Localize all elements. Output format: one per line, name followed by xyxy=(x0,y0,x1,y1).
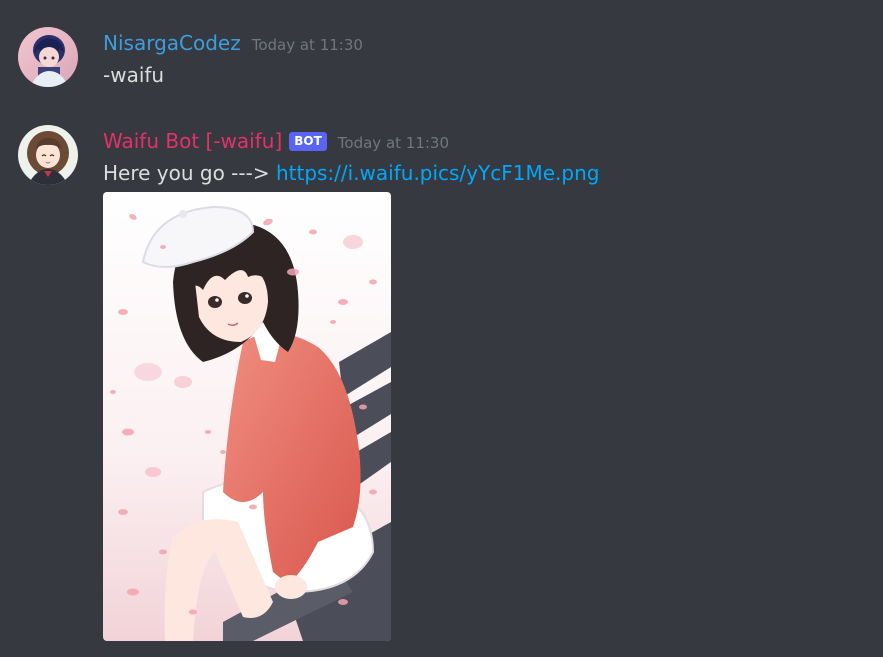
user-avatar-image xyxy=(18,27,78,87)
avatar[interactable] xyxy=(18,27,78,87)
bot-avatar-image xyxy=(18,125,78,185)
anime-girl-illustration xyxy=(103,192,391,641)
username[interactable]: Waifu Bot [-waifu] xyxy=(103,127,282,155)
message-text: Here you go ---> xyxy=(103,161,270,185)
timestamp: Today at 11:30 xyxy=(251,36,363,54)
image-link[interactable]: https://i.waifu.pics/yYcF1Me.png xyxy=(276,161,600,185)
username[interactable]: NisargaCodez xyxy=(103,29,241,57)
bot-tag: BOT xyxy=(289,132,327,151)
message-content: -waifu xyxy=(103,63,165,87)
message-header: NisargaCodez Today at 11:30 xyxy=(103,29,363,57)
embedded-image[interactable] xyxy=(103,192,391,641)
message-header: Waifu Bot [-waifu] BOT Today at 11:30 xyxy=(103,127,449,155)
chat-messages: NisargaCodez Today at 11:30 -waifu Waifu… xyxy=(0,0,883,657)
timestamp: Today at 11:30 xyxy=(337,134,450,152)
message-content: Here you go ---> https://i.waifu.pics/yY… xyxy=(103,159,599,187)
avatar[interactable] xyxy=(18,125,78,185)
